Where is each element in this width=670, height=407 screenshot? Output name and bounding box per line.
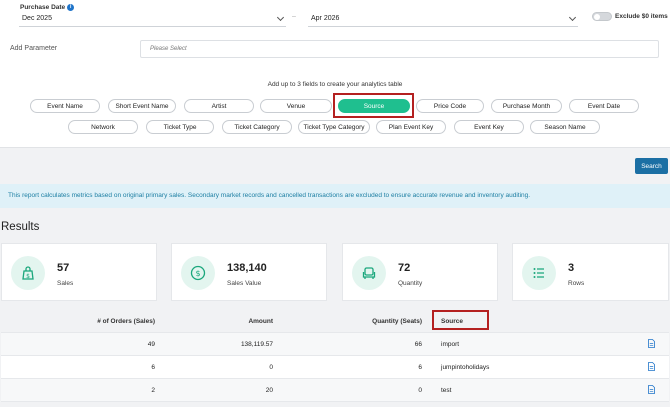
document-icon[interactable] [648,339,655,348]
document-icon[interactable] [648,385,655,394]
chevron-down-icon [568,13,577,21]
chip-label: Season Name [544,123,586,131]
cell-orders: 2 [151,387,155,394]
search-button-label: Search [641,162,662,170]
field-chip-ticket-type[interactable]: Ticket Type [146,120,214,134]
card-value: 57 [57,262,70,274]
chevron-down-icon [276,13,285,21]
purchase-date-label: Purchase Date i [20,4,75,11]
notice-text: This report calculates metrics based on … [8,192,531,199]
bag-dollar-icon: $ [11,256,45,290]
search-button[interactable]: Search [635,158,668,174]
source-highlight-box [333,93,414,118]
card-value: 72 [398,262,411,274]
field-chip-price-code[interactable]: Price Code [416,99,484,113]
field-chip-purchase-month[interactable]: Purchase Month [491,99,562,113]
table-row: 6 0 6 jumpintoholidays [1,356,669,379]
header-quantity[interactable]: Quantity (Seats) [372,318,422,325]
summary-card-quantity: 72 Quantity [342,243,498,301]
notice-banner: This report calculates metrics based on … [0,184,670,208]
cell-amount: 138,119.57 [240,341,273,348]
table-row: 2 20 0 test [1,379,669,402]
date-from-value: Dec 2025 [22,15,52,22]
field-chip-short-event-name[interactable]: Short Event Name [108,99,176,113]
parameter-select[interactable]: Please Select [140,40,659,58]
field-chip-plan-event-key[interactable]: Plan Event Key [376,120,446,134]
chip-label: Artist [211,102,227,110]
date-range-separator: – [292,13,296,20]
filter-panel: Purchase Date i Dec 2025 – Apr 2026 Excl… [0,0,670,148]
chip-label: Venue [286,102,306,110]
field-chip-venue[interactable]: Venue [260,99,332,113]
seat-icon [352,256,386,290]
chip-label: Event Name [47,102,83,110]
summary-card-sales: $ 57 Sales [1,243,157,301]
field-chip-event-name[interactable]: Event Name [30,99,100,113]
dollar-circle-icon: $ [181,256,215,290]
cell-quantity: 6 [418,364,422,371]
chip-label: Ticket Category [234,123,280,131]
card-label: Sales [57,280,74,287]
card-value: 3 [568,262,575,274]
info-icon[interactable]: i [67,4,75,11]
results-title: Results [1,221,40,233]
cell-orders: 49 [147,341,155,348]
field-chip-artist[interactable]: Artist [184,99,254,113]
cell-quantity: 0 [418,387,422,394]
cell-source: import [441,341,460,348]
header-orders[interactable]: # of Orders (Sales) [97,318,155,325]
chip-label: Price Code [433,102,467,110]
parameter-placeholder: Please Select [150,46,187,52]
date-to-value: Apr 2026 [311,15,340,22]
date-to-select[interactable]: Apr 2026 [308,11,578,27]
card-label: Quantity [398,280,423,287]
cell-orders: 6 [151,364,155,371]
cell-source: jumpintoholidays [441,364,490,371]
fields-hint: Add up to 3 fields to create your analyt… [267,81,403,88]
card-label: Sales Value [227,280,262,287]
table-header-row: # of Orders (Sales) Amount Quantity (Sea… [1,310,669,333]
svg-text:$: $ [26,273,30,280]
exclude-zero-label: Exclude $0 items [615,13,668,20]
chip-label: Event Date [587,102,621,110]
toggle-knob [594,14,600,20]
card-label: Rows [568,280,585,287]
cell-amount: 20 [265,387,273,394]
field-chip-network[interactable]: Network [68,120,138,134]
list-icon [522,256,556,290]
summary-card-rows: 3 Rows [512,243,669,301]
purchase-date-text: Purchase Date [20,4,66,11]
date-from-select[interactable]: Dec 2025 [19,11,286,27]
field-chip-ticket-category[interactable]: Ticket Category [222,120,292,134]
cell-quantity: 66 [414,341,422,348]
document-icon[interactable] [648,362,655,371]
add-parameter-label: Add Parameter [10,45,58,52]
source-header-highlight-box [432,310,489,330]
field-chip-ticket-type-category[interactable]: Ticket Type Category [298,120,370,134]
card-value: 138,140 [227,262,267,274]
chip-label: Ticket Type Category [303,123,365,131]
field-chip-event-key[interactable]: Event Key [454,120,524,134]
table-row: 49 138,119.57 66 import [1,333,669,356]
chip-label: Purchase Month [502,102,551,110]
exclude-zero-toggle[interactable] [592,12,612,21]
svg-text:$: $ [195,269,200,278]
header-amount[interactable]: Amount [248,318,273,325]
chip-label: Short Event Name [115,102,169,110]
field-chip-season-name[interactable]: Season Name [530,120,600,134]
chip-label: Network [91,123,115,131]
chip-label: Plan Event Key [388,123,434,131]
chip-label: Ticket Type [163,123,197,131]
cell-source: test [441,387,452,394]
cell-amount: 0 [269,364,273,371]
summary-card-sales-value: $ 138,140 Sales Value [171,243,327,301]
chip-label: Event Key [474,123,504,131]
field-chip-event-date[interactable]: Event Date [569,99,639,113]
